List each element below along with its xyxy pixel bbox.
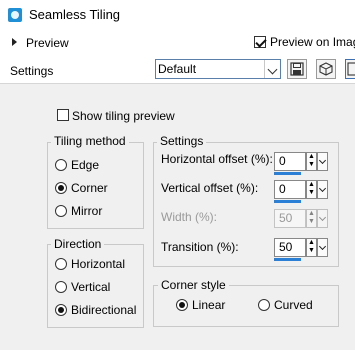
- window-title: Seamless Tiling: [29, 7, 121, 22]
- vertical-offset-input[interactable]: 0: [274, 180, 306, 199]
- tiling-method-edge-radio[interactable]: [55, 159, 67, 171]
- transition-spinner[interactable]: ▲ ▼: [306, 238, 317, 257]
- vertical-offset-bar: [274, 200, 301, 203]
- corner-style-linear-label: Linear: [192, 298, 226, 312]
- transition-dropdown[interactable]: [317, 238, 328, 257]
- horizontal-offset-label: Horizontal offset (%):: [161, 152, 273, 166]
- tiling-method-edge-label: Edge: [71, 158, 100, 172]
- reset-button[interactable]: [345, 59, 355, 79]
- corner-style-linear-radio[interactable]: [176, 299, 188, 311]
- preset-value: Default: [158, 62, 197, 76]
- app-icon: [8, 8, 22, 22]
- vertical-offset-label: Vertical offset (%):: [161, 181, 259, 195]
- tiling-method-corner-label: Corner: [71, 181, 108, 195]
- tiling-method-title: Tiling method: [51, 134, 129, 148]
- horizontal-offset-spinner[interactable]: ▲ ▼: [306, 152, 317, 171]
- horizontal-offset-bar: [274, 172, 301, 175]
- preview-on-image-checkbox[interactable]: [254, 36, 266, 48]
- preview-toggle[interactable]: Preview: [26, 36, 69, 50]
- direction-bidirectional-radio[interactable]: [55, 304, 67, 316]
- transition-input[interactable]: 50: [274, 238, 306, 257]
- direction-horizontal-label: Horizontal: [71, 257, 126, 271]
- direction-title: Direction: [51, 237, 105, 251]
- randomize-icon: [319, 62, 333, 76]
- settings-group-title: Settings: [157, 134, 207, 148]
- randomize-button[interactable]: [316, 59, 336, 79]
- save-preset-button[interactable]: [287, 59, 307, 79]
- corner-style-curved-radio[interactable]: [258, 299, 270, 311]
- chevron-down-icon[interactable]: [264, 60, 281, 78]
- settings-label: Settings: [10, 64, 54, 78]
- show-tiling-preview-checkbox[interactable]: [57, 109, 69, 121]
- direction-vertical-radio[interactable]: [55, 281, 67, 293]
- reset-icon: [347, 62, 355, 76]
- transition-label: Transition (%):: [161, 240, 239, 254]
- width-input[interactable]: 50: [274, 209, 306, 228]
- tiling-method-corner-radio[interactable]: [55, 182, 67, 194]
- vertical-offset-spinner[interactable]: ▲ ▼: [306, 180, 317, 199]
- preview-on-image-label: Preview on Image: [270, 35, 355, 49]
- width-dropdown[interactable]: [317, 209, 328, 228]
- vertical-offset-dropdown[interactable]: [317, 180, 328, 199]
- chevron-right-icon[interactable]: [12, 38, 17, 46]
- tiling-method-mirror-label: Mirror: [71, 204, 103, 218]
- save-icon: [290, 62, 304, 76]
- direction-vertical-label: Vertical: [71, 280, 111, 294]
- tiling-method-mirror-radio[interactable]: [55, 205, 67, 217]
- transition-bar: [274, 258, 301, 261]
- width-spinner[interactable]: ▲ ▼: [306, 209, 317, 228]
- direction-bidirectional-label: Bidirectional: [71, 303, 137, 317]
- horizontal-offset-dropdown[interactable]: [317, 152, 328, 171]
- show-tiling-preview-label: Show tiling preview: [72, 109, 175, 123]
- horizontal-offset-input[interactable]: 0: [274, 152, 306, 171]
- corner-style-title: Corner style: [158, 278, 229, 292]
- corner-style-curved-label: Curved: [274, 298, 313, 312]
- direction-horizontal-radio[interactable]: [55, 258, 67, 270]
- width-label: Width (%):: [161, 210, 218, 224]
